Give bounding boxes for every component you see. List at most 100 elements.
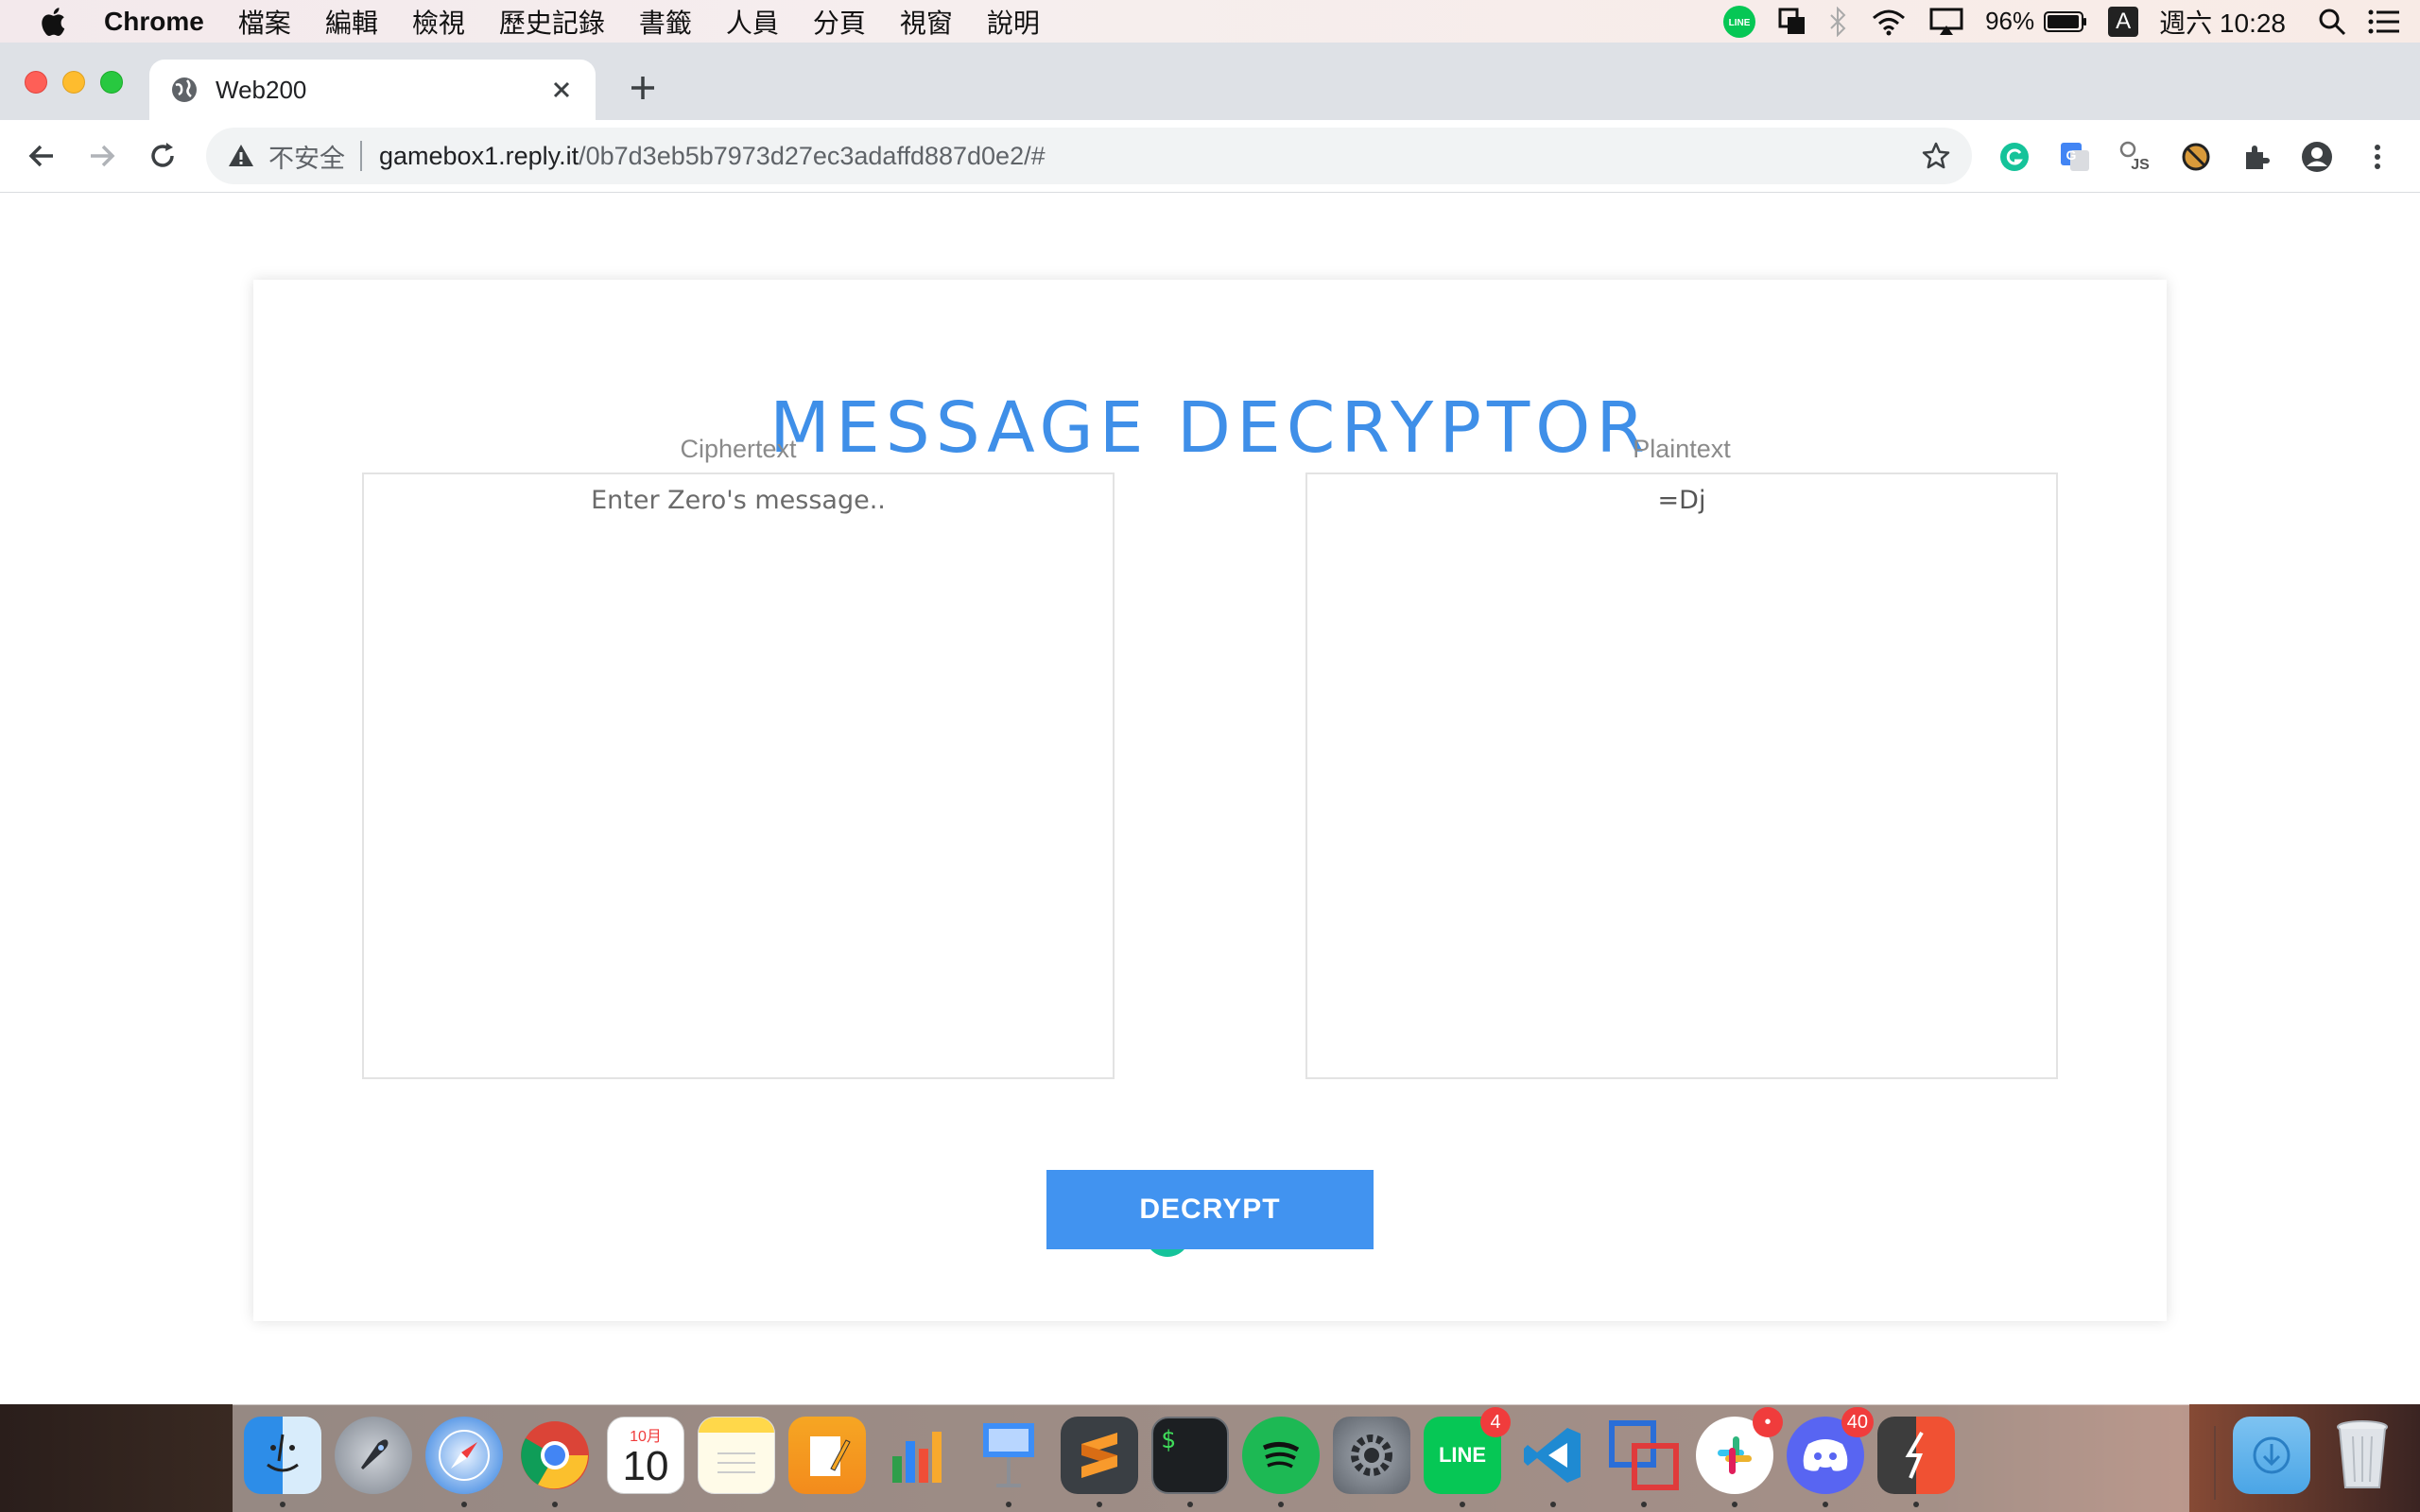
numbers-icon[interactable] (879, 1417, 957, 1494)
notes-icon[interactable] (698, 1417, 775, 1494)
line-app-label: LINE (1438, 1443, 1487, 1468)
running-indicator (1460, 1502, 1465, 1507)
url-text[interactable]: gamebox1.reply.it/0b7d3eb5b7973d27ec3ada… (379, 142, 1046, 171)
menu-help[interactable]: 說明 (987, 3, 1040, 41)
spotlight-icon[interactable] (2318, 8, 2346, 36)
discord-badge: 40 (1841, 1407, 1874, 1437)
decryptor-card: MESSAGE DECRYPTOR Ciphertext Plaintext E… (253, 280, 2167, 1321)
terminal-icon[interactable]: $ (1151, 1417, 1229, 1494)
wifi-icon[interactable] (1870, 7, 1908, 37)
grammarly-extension-icon[interactable] (1998, 141, 2031, 173)
chrome-menu-icon[interactable] (2361, 141, 2394, 173)
trash-icon[interactable] (2324, 1417, 2401, 1494)
window-minimize-button[interactable] (62, 71, 85, 94)
blocked-extension-icon[interactable] (2180, 141, 2212, 173)
bluetooth-icon[interactable] (1828, 6, 1849, 37)
slack-icon[interactable]: • (1696, 1407, 1783, 1494)
dock-separator (2214, 1426, 2216, 1500)
running-indicator (552, 1502, 558, 1507)
url-host: gamebox1.reply.it (379, 141, 579, 170)
parallels-icon[interactable] (1605, 1417, 1683, 1494)
window-close-button[interactable] (25, 71, 47, 94)
profile-avatar-icon[interactable] (2301, 141, 2333, 173)
plaintext-value: =Dj (1657, 486, 1706, 515)
back-arrow-icon[interactable] (25, 139, 59, 173)
warning-icon[interactable] (227, 142, 255, 170)
running-indicator (461, 1502, 467, 1507)
menu-bar: Chrome 檔案 編輯 檢視 歷史記錄 書籤 人員 分頁 視窗 說明 LINE… (0, 0, 2420, 43)
tab-close-icon[interactable] (548, 77, 575, 103)
globe-icon (172, 77, 197, 102)
running-indicator (1913, 1502, 1919, 1507)
airplay-icon[interactable] (1928, 7, 1964, 37)
window-zoom-button[interactable] (100, 71, 123, 94)
running-indicator (1187, 1502, 1193, 1507)
plaintext-output[interactable]: =Dj (1305, 472, 2058, 1079)
menu-bookmarks[interactable]: 書籤 (639, 3, 692, 41)
discord-icon[interactable]: 40 (1787, 1407, 1874, 1494)
running-indicator (1097, 1502, 1102, 1507)
bookmark-star-icon[interactable] (1921, 141, 1951, 171)
notification-center-icon[interactable] (2367, 8, 2401, 36)
line-status-icon[interactable]: LINE (1722, 5, 1756, 39)
line-icon[interactable]: LINE 4 (1424, 1407, 1511, 1494)
chrome-icon[interactable] (516, 1417, 594, 1494)
browser-toolbar: 不安全 gamebox1.reply.it/0b7d3eb5b7973d27ec… (0, 120, 2420, 193)
tab-web200[interactable]: Web200 (149, 60, 596, 120)
input-source-label: A (2108, 6, 2139, 37)
vscode-icon[interactable] (1514, 1417, 1592, 1494)
clock[interactable]: 週六 10:28 (2159, 3, 2286, 41)
menu-file[interactable]: 檔案 (238, 3, 291, 41)
sublime-icon[interactable] (1061, 1417, 1138, 1494)
running-indicator (1278, 1502, 1284, 1507)
menu-chrome[interactable]: Chrome (104, 7, 204, 37)
finder-icon[interactable] (244, 1417, 321, 1494)
tab-title: Web200 (216, 75, 307, 104)
compass-icon[interactable] (425, 1417, 503, 1494)
menu-view[interactable]: 檢視 (412, 3, 465, 41)
ciphertext-placeholder: Enter Zero's message.. (591, 486, 886, 515)
menu-people[interactable]: 人員 (726, 3, 779, 41)
calendar-icon[interactable]: 10月 10 (607, 1417, 684, 1494)
gear-icon[interactable] (1333, 1417, 1410, 1494)
downloads-folder-icon[interactable] (2233, 1417, 2310, 1494)
slack-badge: • (1753, 1407, 1783, 1437)
svg-text:G: G (2066, 147, 2077, 163)
apple-icon[interactable] (38, 5, 72, 39)
menu-history[interactable]: 歷史記錄 (499, 3, 605, 41)
menu-edit[interactable]: 編輯 (325, 3, 378, 41)
menu-tab[interactable]: 分頁 (813, 3, 866, 41)
forward-arrow-icon[interactable] (85, 139, 119, 173)
address-bar[interactable]: 不安全 gamebox1.reply.it/0b7d3eb5b7973d27ec… (206, 128, 1972, 184)
address-separator (360, 141, 362, 171)
input-source-icon[interactable]: A (2108, 6, 2139, 37)
new-tab-icon[interactable] (628, 73, 658, 103)
rocket-icon[interactable] (335, 1417, 412, 1494)
line-badge: 4 (1480, 1407, 1511, 1437)
battery-icon[interactable] (2044, 10, 2087, 33)
security-label[interactable]: 不安全 (268, 138, 345, 175)
page-content: MESSAGE DECRYPTOR Ciphertext Plaintext E… (0, 193, 2420, 1404)
tab-strip: Web200 (0, 43, 2420, 120)
pages-icon[interactable] (788, 1417, 866, 1494)
url-path: /0b7d3eb5b7973d27ec3adaffd887d0e2/# (579, 141, 1046, 170)
running-indicator (1006, 1502, 1011, 1507)
decrypt-button[interactable]: DECRYPT (1046, 1170, 1374, 1249)
svg-text:JS: JS (2131, 157, 2150, 173)
terminal-prompt: $ (1161, 1426, 1176, 1454)
calendar-day: 10 (622, 1443, 669, 1489)
reload-icon[interactable] (146, 139, 180, 173)
extensions-puzzle-icon[interactable] (2240, 141, 2273, 173)
ciphertext-label: Ciphertext (680, 435, 797, 463)
running-indicator (1550, 1502, 1556, 1507)
screen-mirror-icon[interactable] (1777, 7, 1807, 37)
git-icon[interactable] (1877, 1417, 1955, 1494)
json-viewer-icon[interactable]: JS (2119, 141, 2152, 173)
dock: 10月 10 $ LINE 4 • 40 (233, 1404, 2388, 1512)
ciphertext-input[interactable]: Enter Zero's message.. (362, 472, 1190, 1257)
google-translate-icon[interactable]: G (2059, 141, 2091, 173)
menu-window[interactable]: 視窗 (900, 3, 953, 41)
svg-text:LINE: LINE (1729, 18, 1751, 28)
keynote-icon[interactable] (970, 1417, 1047, 1494)
spotify-icon[interactable] (1242, 1417, 1320, 1494)
